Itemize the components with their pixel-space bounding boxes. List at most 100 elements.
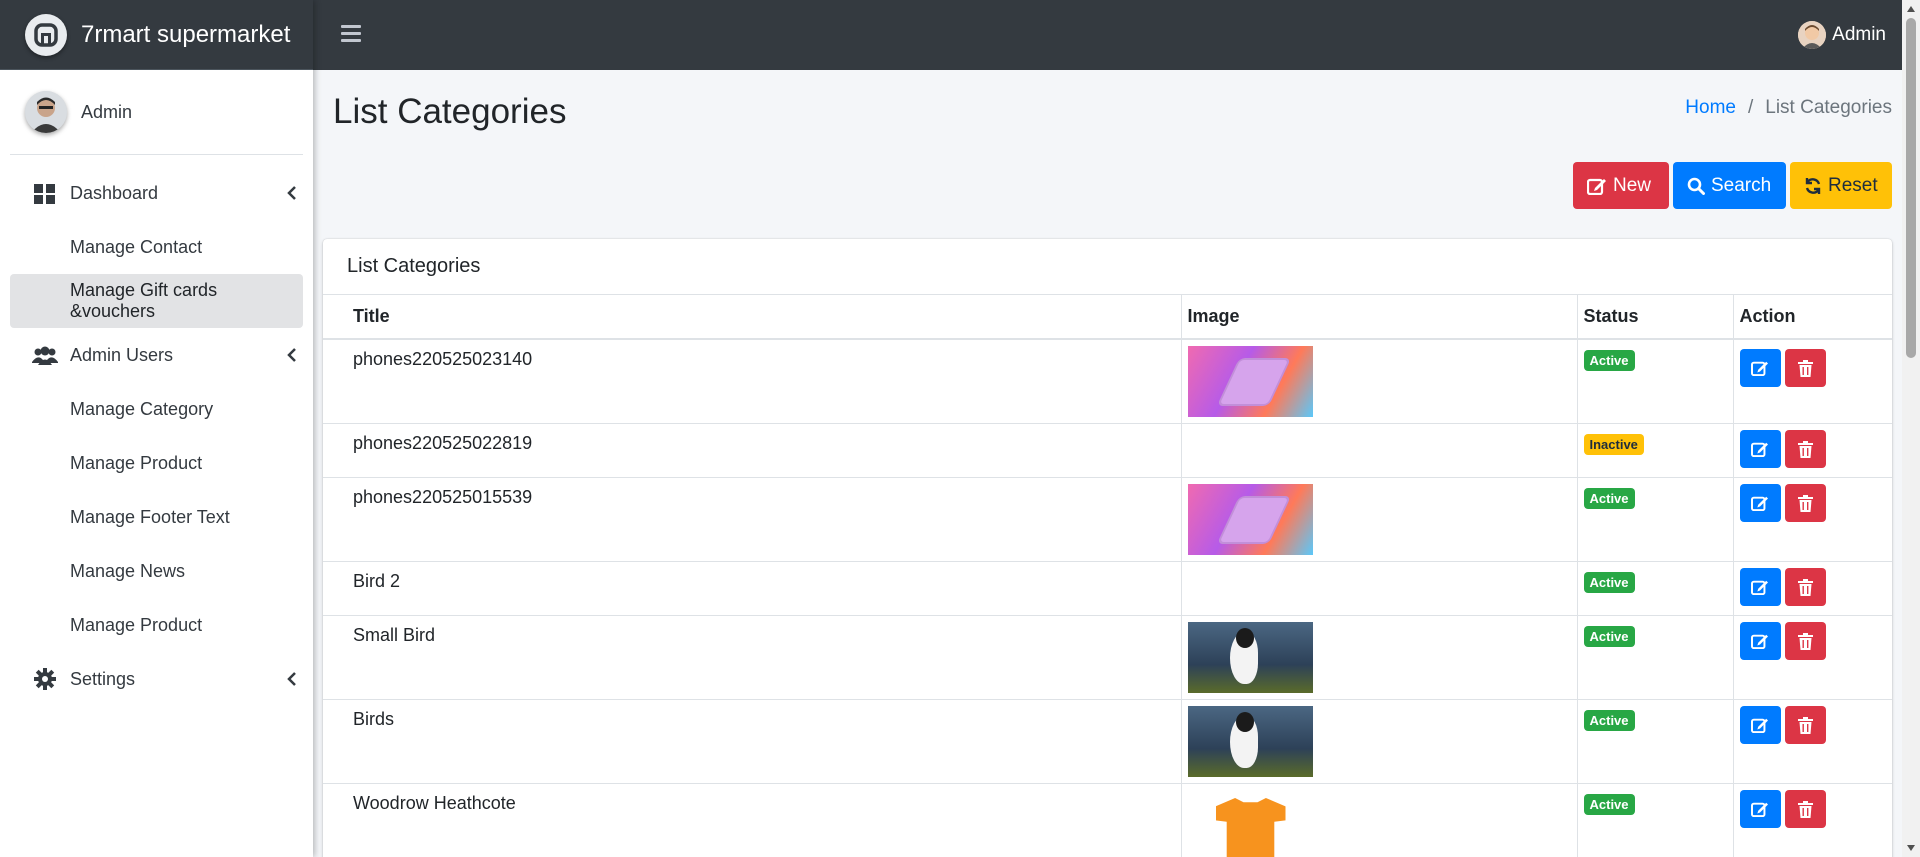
topbar-user-menu[interactable]: Admin bbox=[1798, 21, 1886, 49]
edit-button[interactable] bbox=[1739, 622, 1781, 660]
sidebar-item-label: Manage Footer Text bbox=[70, 506, 230, 527]
sidebar-item-manage-footer-text[interactable]: Manage Footer Text bbox=[10, 490, 303, 544]
table-row: phones220525015539 Active bbox=[323, 477, 1892, 562]
sidebar-item-manage-category[interactable]: Manage Category bbox=[10, 382, 303, 436]
row-actions bbox=[1733, 477, 1892, 562]
action-buttons: New Search Reset bbox=[1573, 162, 1892, 209]
table-row: phones220525022819 Inactive bbox=[323, 423, 1892, 478]
sidebar-item-label: Manage News bbox=[70, 560, 186, 581]
scroll-up-arrow-icon[interactable] bbox=[1907, 6, 1915, 12]
trash-icon bbox=[1797, 494, 1813, 512]
delete-button[interactable] bbox=[1784, 484, 1826, 522]
delete-button[interactable] bbox=[1784, 568, 1826, 606]
table-row: Birds Active bbox=[323, 699, 1892, 784]
row-status-cell: Inactive bbox=[1577, 423, 1734, 478]
sidebar-item-admin-users[interactable]: Admin Users bbox=[10, 328, 303, 382]
scroll-down-arrow-icon[interactable] bbox=[1907, 845, 1915, 851]
edit-button[interactable] bbox=[1739, 430, 1781, 468]
delete-button[interactable] bbox=[1784, 706, 1826, 744]
card-title: List Categories bbox=[323, 239, 1892, 295]
row-status-cell: Active bbox=[1577, 339, 1734, 424]
sidebar-item-manage-news[interactable]: Manage News bbox=[10, 544, 303, 598]
delete-button[interactable] bbox=[1784, 790, 1826, 828]
row-title: phones220525022819 bbox=[323, 423, 1182, 478]
page-title: List Categories bbox=[333, 92, 567, 131]
table-header-row: Title Image Status Action bbox=[323, 295, 1892, 340]
sidebar-item-manage-product[interactable]: Manage Product bbox=[10, 436, 303, 490]
sidebar-item-label: Settings bbox=[70, 668, 136, 689]
table-row: Bird 2 Active bbox=[323, 561, 1892, 616]
status-badge: Active bbox=[1583, 350, 1635, 371]
row-title: Woodrow Heathcote bbox=[323, 783, 1182, 857]
row-image-cell bbox=[1181, 783, 1578, 857]
menu-toggle-icon[interactable] bbox=[341, 25, 361, 43]
sidebar-item-label: Dashboard bbox=[70, 182, 159, 203]
row-title: phones220525023140 bbox=[323, 339, 1182, 424]
edit-button[interactable] bbox=[1739, 790, 1781, 828]
categories-card: List Categories Title Image Status Actio… bbox=[323, 239, 1892, 857]
chevron-left-icon bbox=[287, 186, 296, 200]
avatar bbox=[1798, 21, 1827, 49]
new-button[interactable]: New bbox=[1573, 162, 1669, 209]
sidebar-item-label: Manage Category bbox=[70, 398, 214, 419]
delete-button[interactable] bbox=[1784, 622, 1826, 660]
status-badge: Active bbox=[1583, 710, 1635, 731]
status-badge: Active bbox=[1583, 626, 1635, 647]
edit-button[interactable] bbox=[1739, 706, 1781, 744]
row-image-cell bbox=[1181, 339, 1578, 424]
sidebar-item-dashboard[interactable]: Dashboard bbox=[10, 166, 303, 220]
breadcrumb-separator: / bbox=[1747, 97, 1754, 118]
edit-button[interactable] bbox=[1739, 349, 1781, 387]
edit-button[interactable] bbox=[1739, 568, 1781, 606]
sidebar-item-manage-contact[interactable]: Manage Contact bbox=[10, 220, 303, 274]
sidebar-item-label: Manage Contact bbox=[70, 236, 203, 257]
row-status-cell: Active bbox=[1577, 783, 1734, 857]
user-panel[interactable]: Admin bbox=[10, 70, 303, 155]
sidebar-user-name: Admin bbox=[81, 101, 133, 122]
status-badge: Active bbox=[1583, 572, 1635, 593]
categories-table: Title Image Status Action phones22052502… bbox=[323, 295, 1892, 857]
dashboard-icon bbox=[34, 184, 55, 204]
scroll-thumb[interactable] bbox=[1906, 18, 1916, 358]
edit-icon bbox=[1587, 178, 1606, 195]
sidebar-item-settings[interactable]: Settings bbox=[10, 652, 303, 706]
sidebar-item-label: Manage Product bbox=[70, 614, 203, 635]
main-content: List Categories Home / List Categories N… bbox=[313, 70, 1902, 857]
edit-icon bbox=[1751, 361, 1768, 376]
row-status-cell: Active bbox=[1577, 561, 1734, 616]
row-title: Bird 2 bbox=[323, 561, 1182, 616]
edit-icon bbox=[1751, 442, 1768, 457]
edit-icon bbox=[1751, 802, 1768, 817]
category-image bbox=[1187, 346, 1313, 417]
status-badge: Active bbox=[1583, 488, 1635, 509]
delete-button[interactable] bbox=[1784, 349, 1826, 387]
users-icon bbox=[32, 346, 58, 365]
column-header-image: Image bbox=[1181, 295, 1578, 340]
category-image bbox=[1187, 622, 1313, 693]
row-actions bbox=[1733, 423, 1892, 478]
reset-button[interactable]: Reset bbox=[1790, 162, 1892, 209]
delete-button[interactable] bbox=[1784, 430, 1826, 468]
row-actions bbox=[1733, 783, 1892, 857]
page-scrollbar[interactable] bbox=[1902, 0, 1920, 857]
sidebar-item-manage-gift-cards[interactable]: Manage Gift cards &vouchers bbox=[10, 274, 303, 328]
row-status-cell: Active bbox=[1577, 615, 1734, 700]
sidebar-item-manage-product-2[interactable]: Manage Product bbox=[10, 598, 303, 652]
edit-button[interactable] bbox=[1739, 484, 1781, 522]
trash-icon bbox=[1797, 632, 1813, 650]
search-button[interactable]: Search bbox=[1673, 162, 1786, 209]
row-status-cell: Active bbox=[1577, 699, 1734, 784]
avatar bbox=[25, 91, 67, 133]
column-header-action: Action bbox=[1733, 295, 1892, 340]
row-actions bbox=[1733, 339, 1892, 424]
row-title: Birds bbox=[323, 699, 1182, 784]
breadcrumb-home-link[interactable]: Home bbox=[1685, 97, 1736, 119]
edit-icon bbox=[1751, 718, 1768, 733]
topbar-user-name: Admin bbox=[1832, 24, 1886, 45]
row-image-cell bbox=[1181, 561, 1578, 616]
row-title: Small Bird bbox=[323, 615, 1182, 700]
row-image-cell bbox=[1181, 615, 1578, 700]
gear-icon bbox=[34, 668, 56, 690]
table-row: phones220525023140 Active bbox=[323, 339, 1892, 424]
brand-link[interactable]: 7rmart supermarket bbox=[0, 0, 313, 70]
